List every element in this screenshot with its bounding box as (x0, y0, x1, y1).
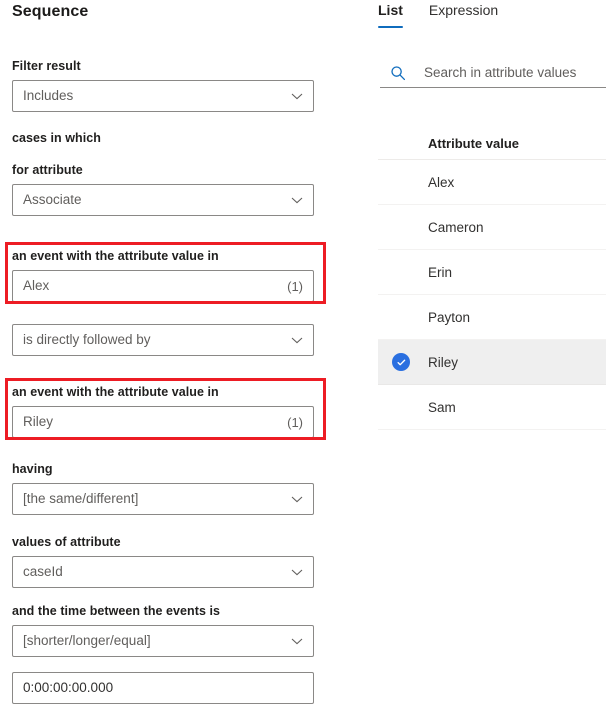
dropdown-relation-value: is directly followed by (23, 332, 151, 347)
list-item[interactable]: Alex (378, 160, 606, 205)
list-column-header: Attribute value (378, 127, 606, 160)
checkbox-icon[interactable] (392, 398, 410, 416)
list-item[interactable]: Cameron (378, 205, 606, 250)
dropdown-having-value: [the same/different] (23, 491, 139, 506)
dropdown-time-comparison[interactable]: [shorter/longer/equal] (12, 625, 314, 657)
tab-expression[interactable]: Expression (429, 0, 510, 28)
page-title: Sequence (12, 3, 89, 20)
picker-event-attribute-value-2-count: (1) (287, 414, 303, 430)
checkbox-icon[interactable] (392, 173, 410, 191)
dropdown-filter-result[interactable]: Includes (12, 80, 314, 112)
dropdown-values-of-attribute-value: caseId (23, 564, 63, 579)
chevron-down-icon (291, 194, 303, 206)
list-item-label: Payton (428, 309, 471, 325)
sequence-filter-panel: Sequence Filter result Includes cases in… (0, 0, 350, 717)
picker-event-attribute-value-1-count: (1) (287, 278, 303, 294)
picker-event-attribute-value-2-value: Riley (23, 414, 54, 429)
tab-expression-label: Expression (428, 2, 499, 18)
list-item-label: Riley (428, 354, 459, 370)
search-icon (390, 65, 406, 81)
chevron-down-icon (291, 334, 303, 346)
label-values-of-attribute: values of attribute (12, 535, 121, 549)
list-item-label: Alex (428, 174, 455, 190)
dropdown-time-comparison-value: [shorter/longer/equal] (23, 633, 151, 648)
field-having: having [the same/different] (12, 461, 314, 515)
field-time-between-events: and the time between the events is [shor… (12, 603, 314, 657)
label-event-attribute-value-1: an event with the attribute value in (12, 249, 219, 263)
field-event-attribute-value-1: an event with the attribute value in Ale… (12, 248, 314, 302)
list-item[interactable]: Payton (378, 295, 606, 340)
list-item-label: Sam (428, 399, 456, 415)
chevron-down-icon (291, 493, 303, 505)
checkmark-circle-icon[interactable] (392, 353, 410, 371)
tab-list-label: List (378, 2, 403, 18)
column-header-attribute-value: Attribute value (428, 135, 520, 151)
label-event-attribute-value-2: an event with the attribute value in (12, 385, 219, 399)
duration-input-value: 0:00:00:00.000 (23, 680, 114, 695)
field-relation: is directly followed by (12, 324, 314, 356)
attribute-value-picker-panel: List Expression Attribute value Alex (378, 0, 606, 717)
list-item[interactable]: Erin (378, 250, 606, 295)
dropdown-having[interactable]: [the same/different] (12, 483, 314, 515)
list-item-label: Cameron (428, 219, 484, 235)
label-time-between-events: and the time between the events is (12, 604, 221, 618)
search-input[interactable] (424, 65, 594, 80)
field-event-attribute-value-2: an event with the attribute value in Ril… (12, 384, 314, 438)
checkbox-icon[interactable] (392, 263, 410, 281)
dropdown-values-of-attribute[interactable]: caseId (12, 556, 314, 588)
dropdown-relation[interactable]: is directly followed by (12, 324, 314, 356)
attribute-value-list: Alex Cameron Erin Payton Riley Sam (378, 160, 606, 430)
chevron-down-icon (291, 635, 303, 647)
label-cases-in-which: cases in which (12, 131, 101, 145)
label-filter-result: Filter result (12, 59, 81, 73)
dropdown-filter-result-value: Includes (23, 88, 74, 103)
label-for-attribute: for attribute (12, 163, 83, 177)
checkbox-icon[interactable] (392, 308, 410, 326)
label-having: having (12, 462, 53, 476)
picker-event-attribute-value-1[interactable]: Alex (1) (12, 270, 314, 302)
field-values-of-attribute: values of attribute caseId (12, 534, 314, 588)
duration-input[interactable]: 0:00:00:00.000 (12, 672, 314, 704)
checkbox-icon[interactable] (392, 218, 410, 236)
dropdown-for-attribute-value: Associate (23, 192, 82, 207)
list-item[interactable]: Sam (378, 385, 606, 430)
tab-bar: List Expression (378, 0, 524, 34)
dropdown-for-attribute[interactable]: Associate (12, 184, 314, 216)
picker-event-attribute-value-1-value: Alex (23, 278, 50, 293)
attribute-filter-panel: Sequence Filter result Includes cases in… (0, 0, 606, 717)
search-bar[interactable] (380, 58, 606, 88)
label-cases-in-which-wrap: cases in which (12, 130, 314, 146)
picker-event-attribute-value-2[interactable]: Riley (1) (12, 406, 314, 438)
chevron-down-icon (291, 90, 303, 102)
tab-list[interactable]: List (378, 0, 415, 28)
list-item-label: Erin (428, 264, 453, 280)
chevron-down-icon (291, 566, 303, 578)
field-duration: 0:00:00:00.000 (12, 672, 314, 704)
field-for-attribute: for attribute Associate (12, 162, 314, 216)
list-item-selected[interactable]: Riley (378, 340, 606, 385)
field-filter-result: Filter result Includes (12, 58, 314, 112)
